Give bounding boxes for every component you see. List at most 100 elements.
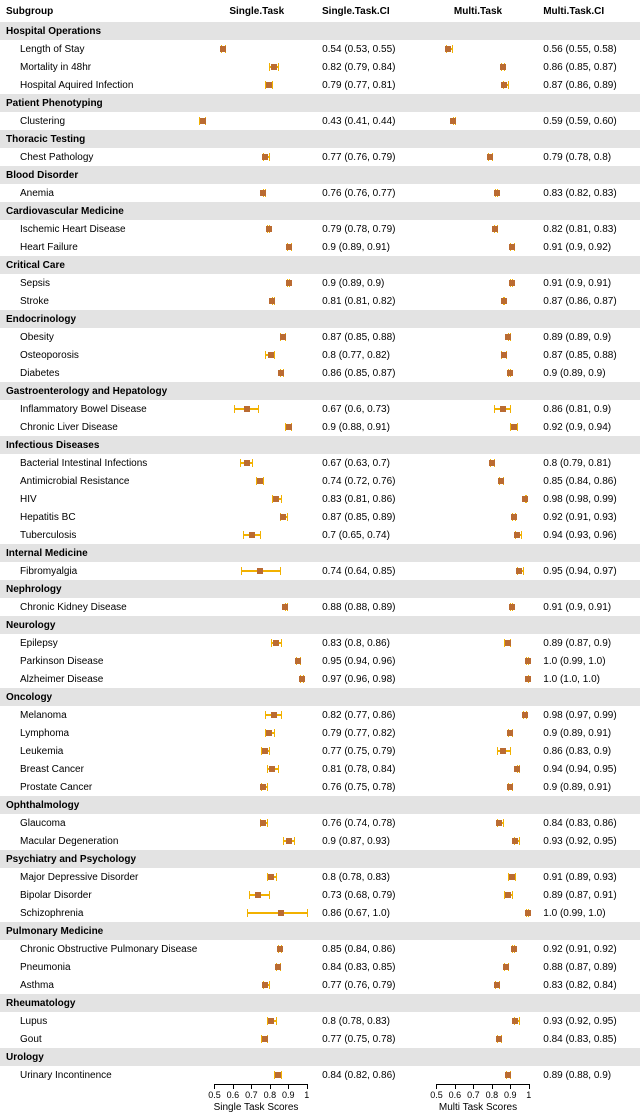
row-label: Melanoma xyxy=(0,710,198,721)
table-row: Bacterial Intestinal Infections0.67 (0.6… xyxy=(0,454,640,472)
multi-ci-text: 0.98 (0.98, 0.99) xyxy=(537,494,640,505)
multi-ci-text: 0.84 (0.83, 0.86) xyxy=(537,818,640,829)
multi-ci-text: 0.86 (0.81, 0.9) xyxy=(537,404,640,415)
single-ci-text: 0.76 (0.75, 0.78) xyxy=(316,782,419,793)
group-header: Infectious Diseases xyxy=(0,436,640,454)
table-row: Anemia0.76 (0.76, 0.77)0.83 (0.82, 0.83) xyxy=(0,184,640,202)
row-label: Hospital Aquired Infection xyxy=(0,80,198,91)
single-ci-text: 0.79 (0.77, 0.81) xyxy=(316,80,419,91)
multi-ci-text: 0.92 (0.91, 0.92) xyxy=(537,944,640,955)
single-ci-text: 0.77 (0.75, 0.78) xyxy=(316,1034,419,1045)
multi-ci-text: 0.9 (0.89, 0.91) xyxy=(537,782,640,793)
table-row: Diabetes0.86 (0.85, 0.87)0.9 (0.89, 0.9) xyxy=(0,364,640,382)
col-single-ci: Single.Task.CI xyxy=(316,6,419,17)
single-ci-text: 0.82 (0.77, 0.86) xyxy=(316,710,419,721)
group-header: Nephrology xyxy=(0,580,640,598)
group-header: Hospital Operations xyxy=(0,22,640,40)
multi-ci-text: 0.89 (0.87, 0.91) xyxy=(537,890,640,901)
group-header: Neurology xyxy=(0,616,640,634)
group-header: Ophthalmology xyxy=(0,796,640,814)
row-label: Bipolar Disorder xyxy=(0,890,198,901)
row-label: Heart Failure xyxy=(0,242,198,253)
multi-ci-text: 0.85 (0.84, 0.86) xyxy=(537,476,640,487)
multi-ci-text: 0.83 (0.82, 0.83) xyxy=(537,188,640,199)
single-ci-text: 0.84 (0.82, 0.86) xyxy=(316,1070,419,1081)
table-row: Glaucoma0.76 (0.74, 0.78)0.84 (0.83, 0.8… xyxy=(0,814,640,832)
single-ci-text: 0.85 (0.84, 0.86) xyxy=(316,944,419,955)
multi-ci-text: 0.91 (0.9, 0.91) xyxy=(537,602,640,613)
row-label: Lupus xyxy=(0,1016,198,1027)
table-row: Hospital Aquired Infection 0.79 (0.77, 0.… xyxy=(0,76,640,94)
row-label: HIV xyxy=(0,494,198,505)
single-ci-text: 0.8 (0.78, 0.83) xyxy=(316,872,419,883)
table-row: HIV 0.83 (0.81, 0.86) 0.98 (0.98, 0.99) xyxy=(0,490,640,508)
single-ci-text: 0.7 (0.65, 0.74) xyxy=(316,530,419,541)
table-row: Gout0.77 (0.75, 0.78)0.84 (0.83, 0.85) xyxy=(0,1030,640,1048)
single-ci-text: 0.8 (0.77, 0.82) xyxy=(316,350,419,361)
row-label: Sepsis xyxy=(0,278,198,289)
table-row: Leukemia0.77 (0.75, 0.79)0.86 (0.83, 0.9… xyxy=(0,742,640,760)
row-label: Chronic Liver Disease xyxy=(0,422,198,433)
row-label: Epilepsy xyxy=(0,638,198,649)
table-row: Macular Degeneration0.9 (0.87, 0.93)0.93… xyxy=(0,832,640,850)
single-ci-text: 0.79 (0.77, 0.82) xyxy=(316,728,419,739)
group-header: Internal Medicine xyxy=(0,544,640,562)
table-row: Obesity0.87 (0.85, 0.88)0.89 (0.89, 0.9) xyxy=(0,328,640,346)
single-ci-text: 0.73 (0.68, 0.79) xyxy=(316,890,419,901)
table-row: Bipolar Disorder 0.73 (0.68, 0.79) 0.89 (0… xyxy=(0,886,640,904)
row-label: Alzheimer Disease xyxy=(0,674,198,685)
multi-ci-text: 0.91 (0.9, 0.91) xyxy=(537,278,640,289)
multi-ci-text: 0.79 (0.78, 0.8) xyxy=(537,152,640,163)
multi-ci-text: 0.93 (0.92, 0.95) xyxy=(537,1016,640,1027)
row-label: Parkinson Disease xyxy=(0,656,198,667)
table-row: Antimicrobial Resistance0.74 (0.72, 0.76… xyxy=(0,472,640,490)
row-label: Pneumonia xyxy=(0,962,198,973)
table-row: Chronic Obstructive Pulmonary Disease 0.8… xyxy=(0,940,640,958)
single-ci-text: 0.87 (0.85, 0.88) xyxy=(316,332,419,343)
axis-row: 0.50.60.70.80.91Single Task Scores0.50.6… xyxy=(0,1084,640,1118)
single-ci-text: 0.54 (0.53, 0.55) xyxy=(316,44,419,55)
row-label: Osteoporosis xyxy=(0,350,198,361)
table-row: Epilepsy0.83 (0.8, 0.86)0.89 (0.87, 0.9) xyxy=(0,634,640,652)
single-ci-text: 0.88 (0.88, 0.89) xyxy=(316,602,419,613)
col-multi-ci: Multi.Task.CI xyxy=(537,6,640,17)
single-ci-text: 0.9 (0.88, 0.91) xyxy=(316,422,419,433)
table-row: Inflammatory Bowel Disease0.67 (0.6, 0.7… xyxy=(0,400,640,418)
col-single-task: Single.Task xyxy=(198,6,316,17)
table-row: Chronic Liver Disease0.9 (0.88, 0.91)0.9… xyxy=(0,418,640,436)
group-header: Psychiatry and Psychology xyxy=(0,850,640,868)
multi-ci-text: 0.91 (0.89, 0.93) xyxy=(537,872,640,883)
multi-ci-text: 0.98 (0.97, 0.99) xyxy=(537,710,640,721)
row-label: Prostate Cancer xyxy=(0,782,198,793)
multi-ci-text: 1.0 (0.99, 1.0) xyxy=(537,656,640,667)
row-label: Breast Cancer xyxy=(0,764,198,775)
multi-ci-text: 0.95 (0.94, 0.97) xyxy=(537,566,640,577)
single-ci-text: 0.9 (0.87, 0.93) xyxy=(316,836,419,847)
row-label: Lymphoma xyxy=(0,728,198,739)
table-row: Length of Stay0.54 (0.53, 0.55)0.56 (0.5… xyxy=(0,40,640,58)
multi-ci-text: 0.82 (0.81, 0.83) xyxy=(537,224,640,235)
multi-ci-text: 0.91 (0.9, 0.92) xyxy=(537,242,640,253)
multi-ci-text: 0.56 (0.55, 0.58) xyxy=(537,44,640,55)
single-ci-text: 0.84 (0.83, 0.85) xyxy=(316,962,419,973)
group-header: Urology xyxy=(0,1048,640,1066)
single-ci-text: 0.79 (0.78, 0.79) xyxy=(316,224,419,235)
table-row: Urinary Incontinence0.84 (0.82, 0.86)0.8… xyxy=(0,1066,640,1084)
single-ci-text: 0.76 (0.74, 0.78) xyxy=(316,818,419,829)
single-ci-text: 0.83 (0.81, 0.86) xyxy=(316,494,419,505)
table-row: Tuberculosis0.7 (0.65, 0.74)0.94 (0.93, … xyxy=(0,526,640,544)
single-ci-text: 0.8 (0.78, 0.83) xyxy=(316,1016,419,1027)
axis: 0.50.60.70.80.91Multi Task Scores xyxy=(418,1084,538,1114)
multi-ci-text: 0.89 (0.88, 0.9) xyxy=(537,1070,640,1081)
row-label: Gout xyxy=(0,1034,198,1045)
table-row: Parkinson Disease0.95 (0.94, 0.96)1.0 (0… xyxy=(0,652,640,670)
row-label: Chest Pathology xyxy=(0,152,198,163)
table-row: Clustering0.43 (0.41, 0.44)0.59 (0.59, 0… xyxy=(0,112,640,130)
multi-ci-text: 0.87 (0.86, 0.89) xyxy=(537,80,640,91)
single-ci-text: 0.86 (0.67, 1.0) xyxy=(316,908,419,919)
table-row: Asthma0.77 (0.76, 0.79)0.83 (0.82, 0.84) xyxy=(0,976,640,994)
multi-ci-text: 0.9 (0.89, 0.9) xyxy=(537,368,640,379)
row-label: Chronic Obstructive Pulmonary Disease xyxy=(0,944,198,955)
table-row: Chronic Kidney Disease0.88 (0.88, 0.89)0… xyxy=(0,598,640,616)
table-row: Chest Pathology0.77 (0.76, 0.79)0.79 (0.… xyxy=(0,148,640,166)
